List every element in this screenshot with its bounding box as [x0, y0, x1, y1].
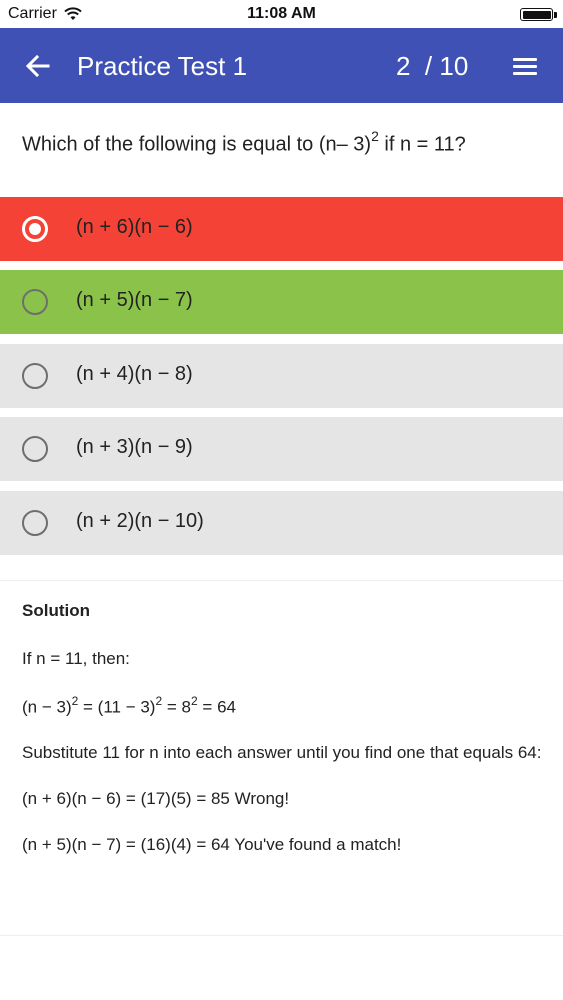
solution-equation: (n − 3)2 = (11 − 3)2 = 82 = 64 [22, 693, 236, 717]
question-progress: 2 / 10 [396, 51, 469, 81]
radio-unselected-icon[interactable] [22, 436, 48, 462]
radio-selected-icon[interactable] [22, 216, 48, 242]
status-time: 11:08 AM [247, 5, 316, 22]
solution-heading: Solution [22, 601, 90, 620]
page-title: Practice Test 1 [77, 51, 248, 81]
divider [0, 580, 563, 581]
solution-line: (n + 5)(n − 7) = (16)(4) = 64 You've fou… [22, 835, 402, 855]
app-bar: Practice Test 1 2 / 10 [0, 28, 563, 103]
answer-option-label: (n + 2)(n − 10) [76, 510, 204, 532]
battery-icon [520, 8, 553, 21]
arrow-left-icon[interactable] [22, 50, 54, 82]
divider [0, 935, 563, 936]
answer-option-4[interactable]: (n + 3)(n − 9) [0, 417, 563, 481]
status-bar: Carrier 11:08 AM [0, 0, 563, 28]
solution-line: (n + 6)(n − 6) = (17)(5) = 85 Wrong! [22, 789, 290, 809]
answer-option-5[interactable]: (n + 2)(n − 10) [0, 491, 563, 555]
answer-option-2[interactable]: (n + 5)(n − 7) [0, 270, 563, 334]
solution-line: If n = 11, then: [22, 648, 130, 668]
question-text: Which of the following is equal to (n– 3… [22, 128, 466, 156]
question-exponent: 2 [371, 128, 379, 144]
answer-option-label: (n + 4)(n − 8) [76, 363, 193, 385]
battery-nub [554, 12, 557, 18]
radio-unselected-icon[interactable] [22, 289, 48, 315]
answer-option-label: (n + 5)(n − 7) [76, 289, 193, 311]
answer-option-1[interactable]: (n + 6)(n − 6) [0, 197, 563, 261]
radio-unselected-icon[interactable] [22, 363, 48, 389]
hamburger-menu-icon[interactable] [510, 52, 540, 80]
solution-line: Substitute 11 for n into each answer unt… [22, 743, 542, 763]
radio-unselected-icon[interactable] [22, 510, 48, 536]
answer-option-label: (n + 6)(n − 6) [76, 216, 193, 238]
solution-panel: Solution If n = 11, then: (n − 3)2 = (11… [22, 600, 542, 880]
answer-option-3[interactable]: (n + 4)(n − 8) [0, 344, 563, 408]
answer-option-label: (n + 3)(n − 9) [76, 436, 193, 458]
